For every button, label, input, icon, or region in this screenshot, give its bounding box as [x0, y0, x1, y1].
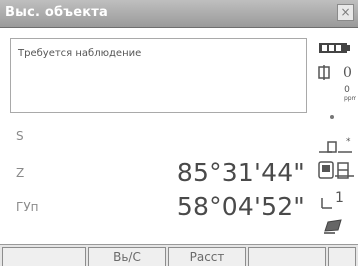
- reflector-icon: [318, 161, 354, 179]
- battery-icon: [319, 43, 350, 53]
- dot-icon: [330, 115, 334, 119]
- svg-text:0: 0: [344, 85, 350, 95]
- softkey-4[interactable]: [248, 247, 326, 266]
- input-mode-icon[interactable]: [323, 218, 345, 234]
- row-s-label: S: [16, 129, 24, 143]
- observation-required-message: Требуется наблюдение: [18, 48, 142, 59]
- prism-constant-value: 1: [335, 190, 344, 206]
- row-hr-value: 58°04'52": [176, 192, 305, 221]
- softkey-hd-vd[interactable]: Вь/С: [88, 247, 166, 266]
- close-button[interactable]: ×: [337, 4, 354, 21]
- row-hr-label: ГУп: [16, 200, 39, 214]
- prism-constant-icon: [321, 198, 332, 209]
- svg-text:*: *: [346, 137, 351, 147]
- row-z-label: Z: [16, 166, 25, 180]
- title-bar: Выс. объекта ×: [0, 0, 358, 28]
- row-z: Z 85°31'44": [10, 158, 307, 190]
- target-icon: *: [319, 137, 352, 153]
- softkey-1[interactable]: [2, 247, 86, 266]
- row-z-value: 85°31'44": [176, 158, 305, 187]
- measurement-panel: Требуется наблюдение S Z 85°31'44" ГУп 5…: [10, 38, 307, 228]
- instrument-screen: Выс. объекта × Требуется наблюдение S Z …: [0, 0, 358, 266]
- row-s: S: [10, 126, 307, 148]
- svg-text:ppm: ppm: [344, 95, 356, 102]
- ppm-value: 0: [343, 65, 352, 81]
- row-hr: ГУп 58°04'52": [10, 192, 307, 224]
- ppm-icon: 0 ppm: [344, 85, 356, 102]
- softkey-bar: Вь/С Расст: [0, 244, 358, 266]
- tilt-compensator-icon: [318, 65, 330, 80]
- softkey-distance[interactable]: Расст: [168, 247, 246, 266]
- window-title: Выс. объекта: [5, 5, 108, 20]
- softkey-5[interactable]: [328, 247, 356, 266]
- status-sidebar: 0 0 ppm * 1: [315, 38, 358, 248]
- message-box: Требуется наблюдение: [10, 38, 307, 113]
